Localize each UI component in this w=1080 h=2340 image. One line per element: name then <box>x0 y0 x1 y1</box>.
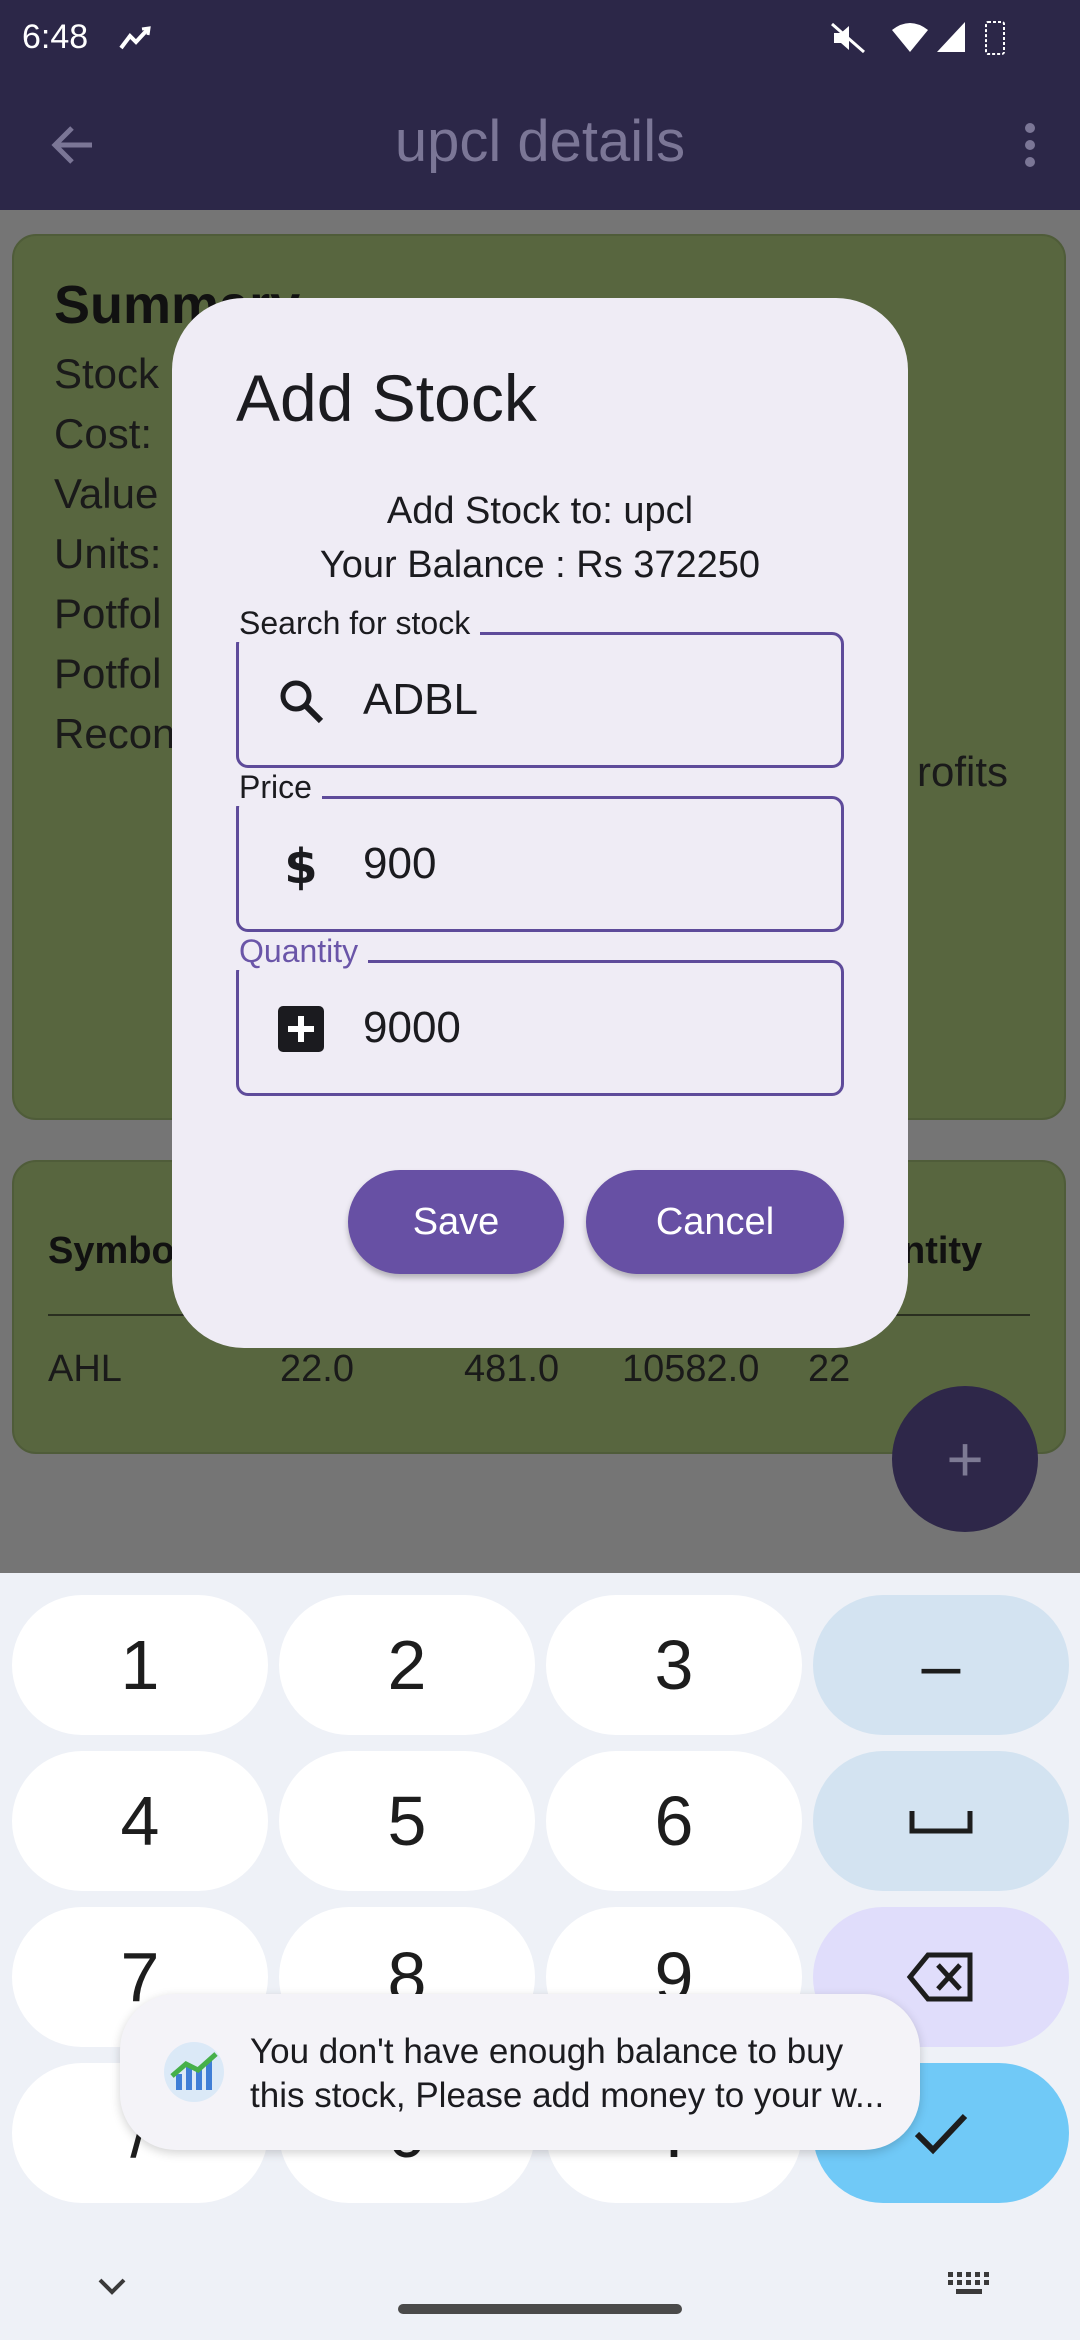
key-space[interactable] <box>813 1751 1069 1891</box>
keyboard-switch-icon[interactable] <box>944 2268 994 2298</box>
key-3[interactable]: 3 <box>546 1595 802 1735</box>
activity-icon <box>119 26 151 50</box>
page-title: upcl details <box>394 109 686 174</box>
table-cell-symbol: AHL <box>48 1348 122 1390</box>
wifi-icon <box>892 23 928 52</box>
key-2[interactable]: 2 <box>279 1595 535 1735</box>
add-box-icon <box>278 1006 324 1052</box>
svg-text:$: $ <box>284 839 317 891</box>
search-icon <box>280 680 324 724</box>
table-cell-value: 10582.0 <box>622 1348 760 1390</box>
cancel-button[interactable]: Cancel <box>586 1170 844 1274</box>
summary-profits-label: rofits <box>916 748 1008 795</box>
table-cell-quantity: 22 <box>808 1348 851 1390</box>
home-indicator[interactable] <box>398 2304 682 2314</box>
key-minus[interactable]: – <box>813 1595 1069 1735</box>
key-5[interactable]: 5 <box>279 1751 535 1891</box>
search-stock-input[interactable]: ADBL <box>363 675 478 725</box>
toast-message: You don't have enough balance to buy thi… <box>120 1994 920 2150</box>
signal-icon <box>937 22 965 52</box>
mute-icon <box>831 22 865 54</box>
check-icon <box>914 2113 968 2155</box>
quantity-input[interactable]: 9000 <box>363 1003 461 1053</box>
plus-icon: + <box>946 1423 984 1495</box>
table-header-quantity: ntity <box>902 1230 983 1272</box>
key-4[interactable]: 4 <box>12 1751 268 1891</box>
status-time: 6:48 <box>22 18 89 56</box>
table-cell-ltp: 481.0 <box>464 1348 560 1390</box>
quantity-field[interactable]: Quantity 9000 <box>233 933 844 1096</box>
battery-icon <box>985 21 1005 55</box>
toast-text: You don't have enough balance to buy thi… <box>250 2032 885 2115</box>
add-stock-dialog: Add Stock Add Stock to: upcl Your Balanc… <box>172 298 908 1348</box>
dialog-title: Add Stock <box>236 361 537 435</box>
hide-keyboard-chevron-icon[interactable] <box>92 2270 132 2300</box>
price-field[interactable]: Price $ 900 <box>233 769 844 932</box>
balance-label: Your Balance : Rs 372250 <box>319 544 761 586</box>
price-label: Price <box>233 769 322 806</box>
dollar-icon: $ <box>284 839 317 891</box>
status-bar: 6:48 <box>0 0 1080 80</box>
add-stock-to-label: Add Stock to: upcl <box>386 490 694 532</box>
key-6[interactable]: 6 <box>546 1751 802 1891</box>
app-logo-icon <box>164 2042 224 2102</box>
search-stock-field[interactable]: Search for stock ADBL <box>233 605 844 768</box>
table-header-symbol: Symbo <box>48 1230 175 1272</box>
price-input[interactable]: 900 <box>363 839 436 889</box>
numeric-keyboard: 1 2 3 – 4 5 6 7 8 9 / 0 . <box>0 1573 1080 2340</box>
add-fab-button[interactable]: + <box>892 1386 1038 1532</box>
table-cell-price: 22.0 <box>280 1348 354 1390</box>
save-button[interactable]: Save <box>348 1170 564 1274</box>
keyboard-bottom-bar <box>0 2240 1080 2340</box>
more-options-icon[interactable] <box>1020 120 1040 170</box>
quantity-label: Quantity <box>233 933 369 970</box>
backspace-icon <box>906 1952 973 2002</box>
space-icon <box>909 1811 973 1834</box>
app-bar: upcl details <box>0 80 1080 210</box>
search-stock-label: Search for stock <box>233 605 481 642</box>
key-1[interactable]: 1 <box>12 1595 268 1735</box>
